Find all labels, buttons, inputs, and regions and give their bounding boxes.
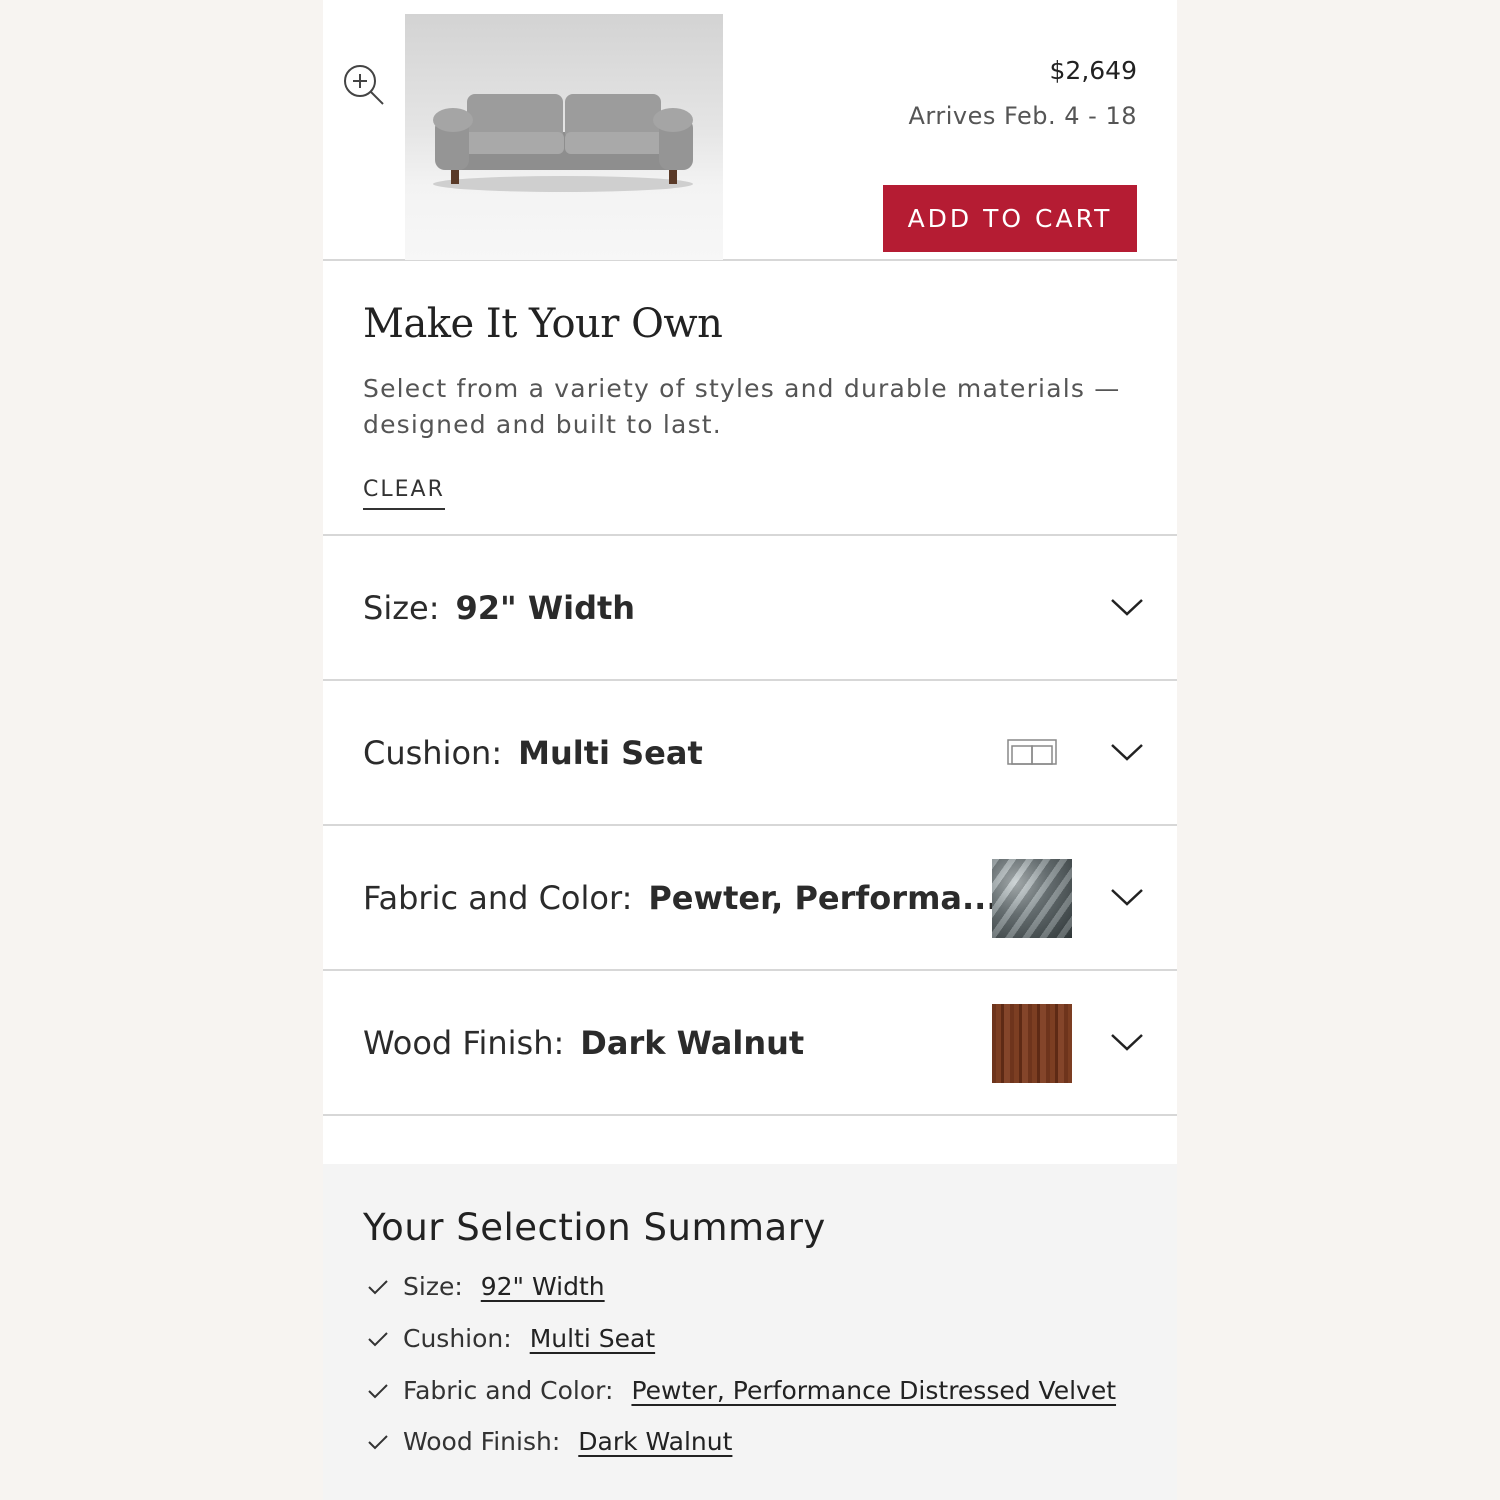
product-image[interactable] bbox=[405, 14, 723, 260]
chevron-down-icon[interactable] bbox=[1110, 1029, 1144, 1053]
summary-value-link[interactable]: Multi Seat bbox=[530, 1324, 655, 1353]
option-size-label-wrap: Size: 92" Width bbox=[363, 536, 635, 679]
option-size[interactable]: Size: 92" Width bbox=[323, 536, 1177, 681]
wood-swatch bbox=[992, 1004, 1072, 1083]
option-wood-finish[interactable]: Wood Finish: Dark Walnut bbox=[323, 971, 1177, 1116]
option-fabric-label-wrap: Fabric and Color: Pewter, Performa... bbox=[363, 826, 998, 969]
option-cushion-label-wrap: Cushion: Multi Seat bbox=[363, 681, 703, 824]
chevron-down-icon[interactable] bbox=[1110, 884, 1144, 908]
option-value: Dark Walnut bbox=[580, 1023, 805, 1062]
summary-label: Wood Finish: bbox=[403, 1427, 561, 1456]
add-to-cart-button[interactable]: ADD TO CART bbox=[883, 185, 1137, 252]
section-title: Make It Your Own bbox=[363, 301, 723, 347]
section-description: Select from a variety of styles and dura… bbox=[363, 374, 1121, 439]
summary-item-fabric: Fabric and Color: Pewter, Performance Di… bbox=[367, 1376, 1116, 1405]
summary-label: Fabric and Color: bbox=[403, 1376, 614, 1405]
sofa-illustration bbox=[433, 94, 693, 192]
product-header: $2,649 Arrives Feb. 4 - 18 ADD TO CART bbox=[323, 0, 1177, 261]
delivery-estimate: Arrives Feb. 4 - 18 bbox=[908, 102, 1137, 130]
summary-title: Your Selection Summary bbox=[363, 1206, 826, 1249]
option-wood-label-wrap: Wood Finish: Dark Walnut bbox=[363, 971, 804, 1114]
summary-value-link[interactable]: Dark Walnut bbox=[578, 1427, 732, 1456]
fabric-swatch bbox=[992, 859, 1072, 938]
check-icon bbox=[368, 1279, 388, 1294]
selection-summary: Your Selection Summary Size: 92" Width C… bbox=[323, 1164, 1177, 1500]
summary-item-wood-finish: Wood Finish: Dark Walnut bbox=[367, 1427, 732, 1456]
summary-label: Size: bbox=[403, 1272, 463, 1301]
option-value: Multi Seat bbox=[518, 733, 703, 772]
check-icon bbox=[368, 1434, 388, 1449]
option-label: Wood Finish: bbox=[363, 1023, 565, 1062]
product-price: $2,649 bbox=[1049, 56, 1137, 85]
check-icon bbox=[368, 1331, 388, 1346]
check-icon bbox=[368, 1383, 388, 1398]
zoom-in-icon[interactable] bbox=[341, 62, 387, 108]
customize-intro: Make It Your Own Select from a variety o… bbox=[323, 261, 1177, 536]
summary-item-size: Size: 92" Width bbox=[367, 1272, 605, 1301]
summary-item-cushion: Cushion: Multi Seat bbox=[367, 1324, 655, 1353]
option-label: Cushion: bbox=[363, 733, 503, 772]
cushion-layout-icon bbox=[1007, 739, 1057, 765]
chevron-down-icon[interactable] bbox=[1110, 594, 1144, 618]
summary-label: Cushion: bbox=[403, 1324, 512, 1353]
summary-value-link[interactable]: Pewter, Performance Distressed Velvet bbox=[631, 1376, 1116, 1405]
summary-value-link[interactable]: 92" Width bbox=[481, 1272, 605, 1301]
clear-selections-link[interactable]: CLEAR bbox=[363, 477, 445, 510]
option-label: Size: bbox=[363, 588, 440, 627]
option-label: Fabric and Color: bbox=[363, 878, 633, 917]
option-value: 92" Width bbox=[455, 588, 636, 627]
chevron-down-icon[interactable] bbox=[1110, 739, 1144, 763]
configurator-panel: $2,649 Arrives Feb. 4 - 18 ADD TO CART M… bbox=[323, 0, 1177, 1500]
option-value: Pewter, Performa... bbox=[648, 878, 999, 917]
option-cushion[interactable]: Cushion: Multi Seat bbox=[323, 681, 1177, 826]
option-fabric[interactable]: Fabric and Color: Pewter, Performa... bbox=[323, 826, 1177, 971]
